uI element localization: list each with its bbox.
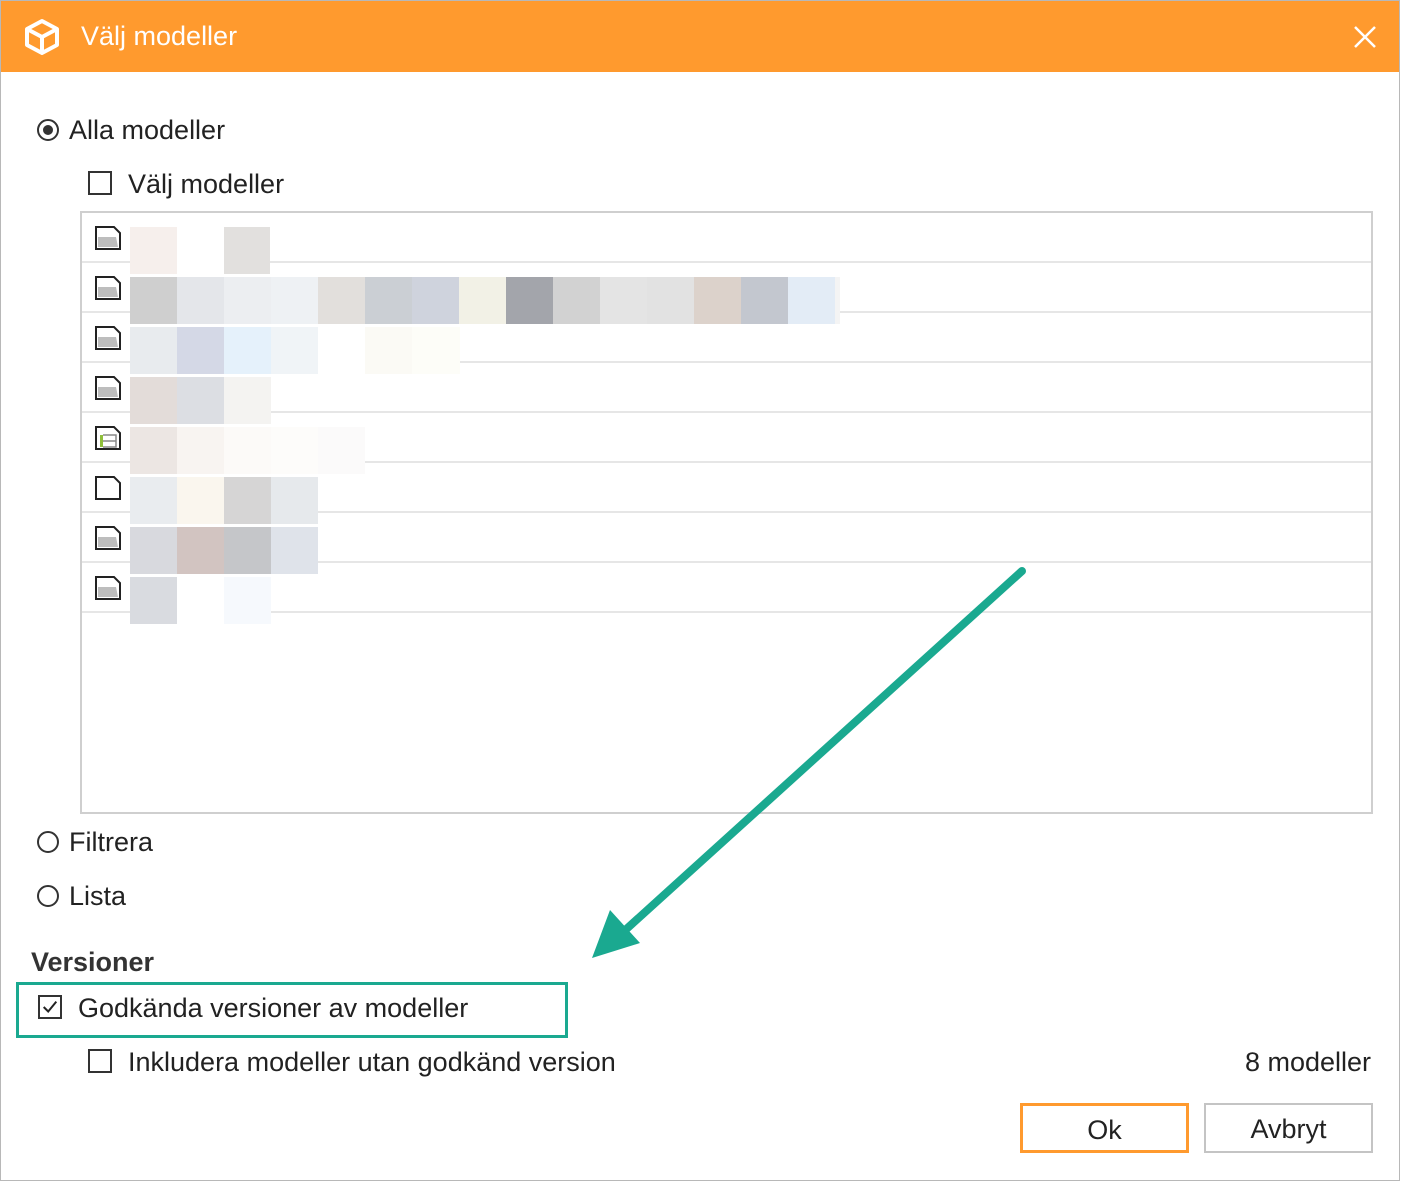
window-title: Välj modeller [81, 21, 238, 51]
select-models-label: Välj modeller [128, 169, 285, 199]
select-models-dialog: Välj modeller Alla modeller Välj modelle… [0, 0, 1400, 1181]
list-item[interactable] [82, 563, 1371, 624]
model-count: 8 modeller [1244, 1047, 1371, 1077]
list-item[interactable] [82, 413, 1371, 474]
cube-logo-icon [25, 19, 59, 55]
list-item[interactable] [82, 363, 1371, 424]
include-without-approved-label: Inkludera modeller utan godkänd version [128, 1047, 616, 1077]
blank-file-icon [95, 476, 121, 500]
select-models-checkbox[interactable] [88, 171, 112, 195]
redacted-name [130, 577, 271, 624]
model-file-icon [95, 526, 121, 550]
filter-label: Filtrera [69, 827, 154, 857]
all-models-label: Alla modeller [69, 115, 226, 145]
list-item[interactable] [82, 513, 1371, 574]
title-bar: Välj modeller [1, 1, 1399, 72]
model-file-icon [95, 276, 121, 300]
list-item[interactable] [82, 263, 1371, 324]
list-label: Lista [69, 881, 127, 911]
checkmark-icon [42, 1000, 58, 1013]
approved-versions-label: Godkända versioner av modeller [78, 993, 469, 1023]
close-icon[interactable] [1345, 17, 1385, 57]
model-plan-file-icon [95, 426, 121, 450]
approved-versions-checkbox[interactable] [38, 995, 62, 1019]
model-file-icon [95, 226, 121, 250]
list-item[interactable] [82, 463, 1371, 524]
list-item[interactable] [82, 213, 1371, 274]
ok-button[interactable]: Ok [1020, 1103, 1189, 1153]
filter-radio[interactable] [37, 831, 59, 853]
model-file-icon [95, 376, 121, 400]
cancel-button[interactable]: Avbryt [1204, 1103, 1373, 1153]
model-file-icon [95, 326, 121, 350]
model-list[interactable] [80, 211, 1373, 814]
include-without-approved-checkbox[interactable] [88, 1049, 112, 1073]
versions-section-title: Versioner [31, 947, 155, 977]
list-radio[interactable] [37, 885, 59, 907]
list-item[interactable] [82, 313, 1371, 374]
all-models-radio[interactable] [37, 119, 59, 141]
model-file-icon [95, 576, 121, 600]
